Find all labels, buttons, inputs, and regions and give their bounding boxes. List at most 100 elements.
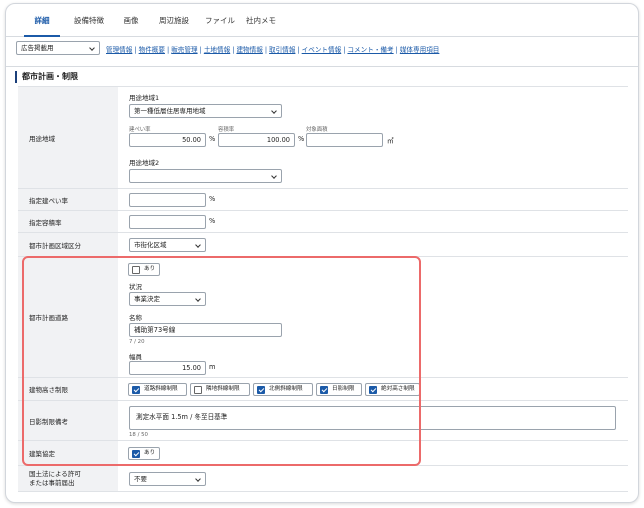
zone1-label: 用途地域1 — [129, 94, 160, 102]
road-status-select[interactable]: 事業決定 — [129, 292, 206, 306]
chevron-down-icon — [195, 242, 201, 248]
row-toshi-kukaku: 都市計画区域区分 市街化区域 — [18, 232, 628, 256]
row-label: 指定容積率 — [18, 211, 118, 232]
kyotei-ari-checkbox[interactable]: あり — [128, 447, 161, 460]
height-limit-checkbox[interactable]: 北側斜線制限 — [253, 383, 313, 396]
kokudo-select-value: 不要 — [134, 475, 147, 483]
checkbox-checked-icon — [132, 386, 140, 394]
checkbox-icon — [132, 266, 140, 274]
height-limit-checkbox[interactable]: 日影制限 — [316, 383, 362, 396]
shitei-yoseki-input[interactable] — [129, 215, 206, 229]
row-label-line: 国土法による許可 — [29, 469, 81, 478]
row-label: 建物高さ制限 — [18, 378, 118, 400]
row-shitei-kenpei: 指定建ぺい率 % — [18, 188, 628, 210]
kokudo-select[interactable]: 不要 — [129, 472, 206, 486]
height-limit-checkbox[interactable]: 道路斜線制限 — [128, 383, 187, 396]
checkbox-label: 道路斜線制限 — [144, 386, 178, 392]
tab-memo[interactable]: 社内メモ — [244, 15, 278, 37]
row-label: 日影制限備考 — [18, 401, 118, 440]
jump-link[interactable]: 土地情報 — [204, 46, 230, 54]
jump-link[interactable]: 物件概要 — [139, 46, 165, 54]
jump-link[interactable]: コメント・備考 — [347, 46, 393, 54]
height-limit-checkbox[interactable]: 絶対高さ制限 — [365, 383, 420, 396]
checkbox-checked-icon — [132, 450, 140, 458]
row-toshi-road: 都市計画道路 あり 状況 事業決定 名称 補助第73号線 7 / 20 幅員 1… — [18, 256, 628, 377]
checkbox-label: あり — [144, 266, 156, 272]
tab-bar: 詳細 設備特徴 画像 周辺施設 ファイル 社内メモ — [6, 4, 638, 37]
char-count: 18 / 50 — [129, 432, 148, 438]
checkbox-label: 絶対高さ制限 — [381, 386, 415, 392]
tab-nearby[interactable]: 周辺施設 — [152, 15, 196, 37]
jump-link[interactable]: イベント情報 — [302, 46, 342, 54]
jump-link[interactable]: 建物情報 — [236, 46, 262, 54]
checkbox-checked-icon — [369, 386, 377, 394]
yoseki-label: 容積率 — [218, 127, 235, 133]
toshi-kukaku-select[interactable]: 市街化区域 — [129, 238, 206, 252]
kenpei-label: 建ぺい率 — [129, 127, 151, 133]
tab-files[interactable]: ファイル — [202, 15, 238, 37]
road-ari-checkbox[interactable]: あり — [128, 263, 161, 276]
road-width-input[interactable]: 15.00 — [129, 361, 206, 375]
checkbox-label: 隣地斜線制限 — [206, 386, 240, 392]
row-label: 都市計画道路 — [18, 257, 118, 377]
chevron-down-icon — [271, 173, 277, 179]
checkbox-checked-icon — [320, 386, 328, 394]
row-label: 用途地域 — [18, 87, 118, 188]
zone2-select[interactable] — [129, 169, 282, 183]
jump-link[interactable]: 取引情報 — [269, 46, 295, 54]
row-label: 都市計画区域区分 — [18, 233, 118, 256]
status-label: 状況 — [129, 283, 142, 291]
row-youto: 用途地域 用途地域1 第一種低層住居専用地域 建ぺい率 50.00 % 容積率 … — [18, 86, 628, 188]
kenpei-input[interactable]: 50.00 — [129, 133, 206, 147]
row-kenchiku-kyotei: 建築協定 あり — [18, 440, 628, 465]
tab-images[interactable]: 画像 — [118, 15, 144, 37]
chevron-down-icon — [89, 45, 95, 51]
toshi-kukaku-value: 市街化区域 — [134, 241, 167, 249]
shitei-kenpei-input[interactable] — [129, 193, 206, 207]
zone1-select-value: 第一種低層住居専用地域 — [134, 107, 206, 115]
chevron-down-icon — [195, 296, 201, 302]
meter-unit: m — [209, 363, 216, 371]
width-label: 幅員 — [129, 353, 142, 361]
menseki-label: 対象面積 — [306, 127, 328, 133]
chevron-down-icon — [271, 108, 277, 114]
zone1-select[interactable]: 第一種低層住居専用地域 — [129, 104, 282, 118]
road-status-value: 事業決定 — [134, 295, 160, 303]
tab-equipment[interactable]: 設備特徴 — [66, 15, 112, 37]
jump-link[interactable]: 管理情報 — [106, 46, 132, 54]
divider — [6, 66, 638, 67]
row-height-limit: 建物高さ制限 道路斜線制限 隣地斜線制限 北側斜線制限 日影制限 絶対高さ制限 — [18, 377, 628, 400]
shadow-note-textarea[interactable]: 測定水平面 1.5m / 冬至日基準 — [129, 406, 616, 430]
section-jump-links: 管理情報 | 物件概要 | 販売管理 | 土地情報 | 建物情報 | 取引情報 | イベント情報 | コメン… — [106, 46, 440, 54]
menseki-input[interactable] — [306, 133, 383, 147]
detail-panel: 詳細 設備特徴 画像 周辺施設 ファイル 社内メモ 広告掲載用 管理情報 | 物件概… — [5, 3, 639, 503]
tab-detail[interactable]: 詳細 — [24, 15, 60, 37]
percent-unit: % — [298, 135, 305, 143]
row-label: 国土法による許可 または事前届出 — [18, 466, 118, 491]
jump-link[interactable]: 販売管理 — [171, 46, 197, 54]
checkbox-checked-icon — [257, 386, 265, 394]
name-label: 名称 — [129, 314, 142, 322]
row-shadow-note: 日影制限備考 測定水平面 1.5m / 冬至日基準 18 / 50 — [18, 400, 628, 440]
sqm-unit: ㎡ — [387, 137, 394, 145]
checkbox-label: 北側斜線制限 — [269, 386, 303, 392]
purpose-select[interactable]: 広告掲載用 — [16, 41, 100, 55]
checkbox-icon — [194, 386, 202, 394]
row-label-line: または事前届出 — [29, 478, 75, 487]
row-shitei-yoseki: 指定容積率 % — [18, 210, 628, 232]
zone2-label: 用途地域2 — [129, 159, 160, 167]
purpose-select-value: 広告掲載用 — [21, 44, 54, 52]
percent-unit: % — [209, 217, 216, 225]
checkbox-label: 日影制限 — [332, 386, 355, 392]
height-limit-checkbox[interactable]: 隣地斜線制限 — [190, 383, 250, 396]
row-kokudo: 国土法による許可 または事前届出 不要 — [18, 465, 628, 492]
road-name-input[interactable]: 補助第73号線 — [129, 323, 282, 337]
section-title: 都市計画・制限 — [15, 71, 78, 83]
jump-link[interactable]: 媒体専用項目 — [400, 46, 440, 54]
row-label: 建築協定 — [18, 441, 118, 465]
chevron-down-icon — [195, 476, 201, 482]
yoseki-input[interactable]: 100.00 — [218, 133, 295, 147]
percent-unit: % — [209, 135, 216, 143]
char-count: 7 / 20 — [129, 339, 145, 345]
row-label: 指定建ぺい率 — [18, 189, 118, 210]
